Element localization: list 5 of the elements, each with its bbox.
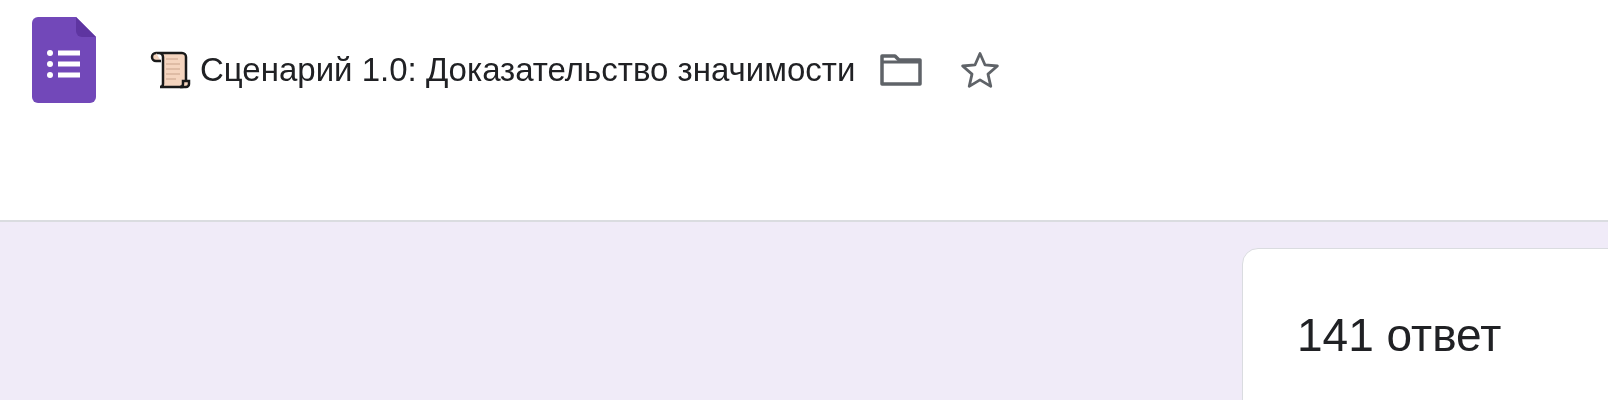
folder-icon[interactable] bbox=[879, 52, 924, 87]
forms-logo-icon[interactable] bbox=[32, 17, 96, 103]
star-icon[interactable] bbox=[959, 49, 1002, 90]
response-count: 141 ответ bbox=[1297, 309, 1502, 361]
form-title[interactable]: Сценарий 1.0: Доказательство значимости bbox=[200, 45, 856, 95]
